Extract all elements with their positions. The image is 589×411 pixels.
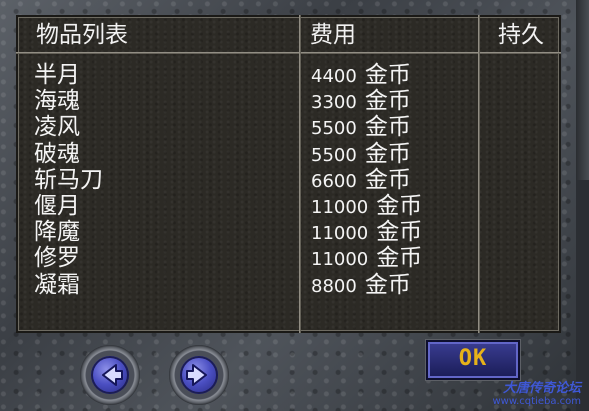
forum-watermark: 大唐传奇论坛 www.cqtieba.com [492,377,581,407]
item-name[interactable]: 破魂 [34,141,103,167]
next-page-button[interactable] [169,345,229,405]
item-cost-list: 4400 金币 3300 金币 5500 金币 5500 金币 6600 金币 11000… [311,62,422,298]
cost-currency: 金币 [364,88,411,115]
header-item-list: 物品列表 [36,22,128,48]
item-cost: 6600 金币 [311,167,422,193]
header-cost: 费用 [310,22,356,48]
prev-page-button[interactable] [80,345,140,405]
cost-amount: 11000 [311,223,369,245]
cost-currency: 金币 [364,271,411,298]
item-name[interactable]: 修罗 [34,245,103,271]
cost-amount: 8800 [311,275,357,297]
frame-edge [576,0,589,180]
cost-amount: 11000 [311,196,369,218]
cost-amount: 11000 [311,249,369,271]
item-cost: 4400 金币 [311,62,422,88]
column-divider-durability [478,15,480,333]
item-name[interactable]: 偃月 [34,193,103,219]
cost-currency: 金币 [376,192,423,219]
cost-currency: 金币 [376,219,423,246]
arrow-left-icon [102,364,123,386]
cost-amount: 5500 [311,118,357,140]
item-cost: 8800 金币 [311,272,422,298]
column-divider-cost [299,15,301,333]
cost-amount: 3300 [311,92,357,114]
cost-currency: 金币 [364,62,411,88]
cost-currency: 金币 [364,140,411,167]
item-name[interactable]: 半月 [34,62,103,88]
item-name[interactable]: 凌风 [34,114,103,140]
cost-currency: 金币 [364,114,411,141]
cost-currency: 金币 [376,245,423,272]
arrow-right-icon [186,364,207,386]
item-cost: 11000 金币 [311,193,422,219]
item-cost: 11000 金币 [311,219,422,245]
item-name[interactable]: 降魔 [34,219,103,245]
item-cost: 5500 金币 [311,114,422,140]
item-cost: 11000 金币 [311,245,422,271]
item-name[interactable]: 斩马刀 [34,167,103,193]
cost-currency: 金币 [364,166,411,193]
watermark-url: www.cqtieba.com [492,396,581,407]
item-name[interactable]: 凝霜 [34,272,103,298]
item-cost: 3300 金币 [311,88,422,114]
cost-amount: 4400 [311,66,357,87]
item-name[interactable]: 海魂 [34,88,103,114]
cost-amount: 6600 [311,170,357,192]
header-durability: 持久 [498,22,544,48]
item-cost: 5500 金币 [311,141,422,167]
ok-button[interactable]: OK [426,340,520,380]
cost-amount: 5500 [311,144,357,166]
item-name-list: 半月 海魂 凌风 破魂 斩马刀 偃月 降魔 修罗 凝霜 [34,62,103,298]
watermark-title: 大唐传奇论坛 [502,381,581,396]
